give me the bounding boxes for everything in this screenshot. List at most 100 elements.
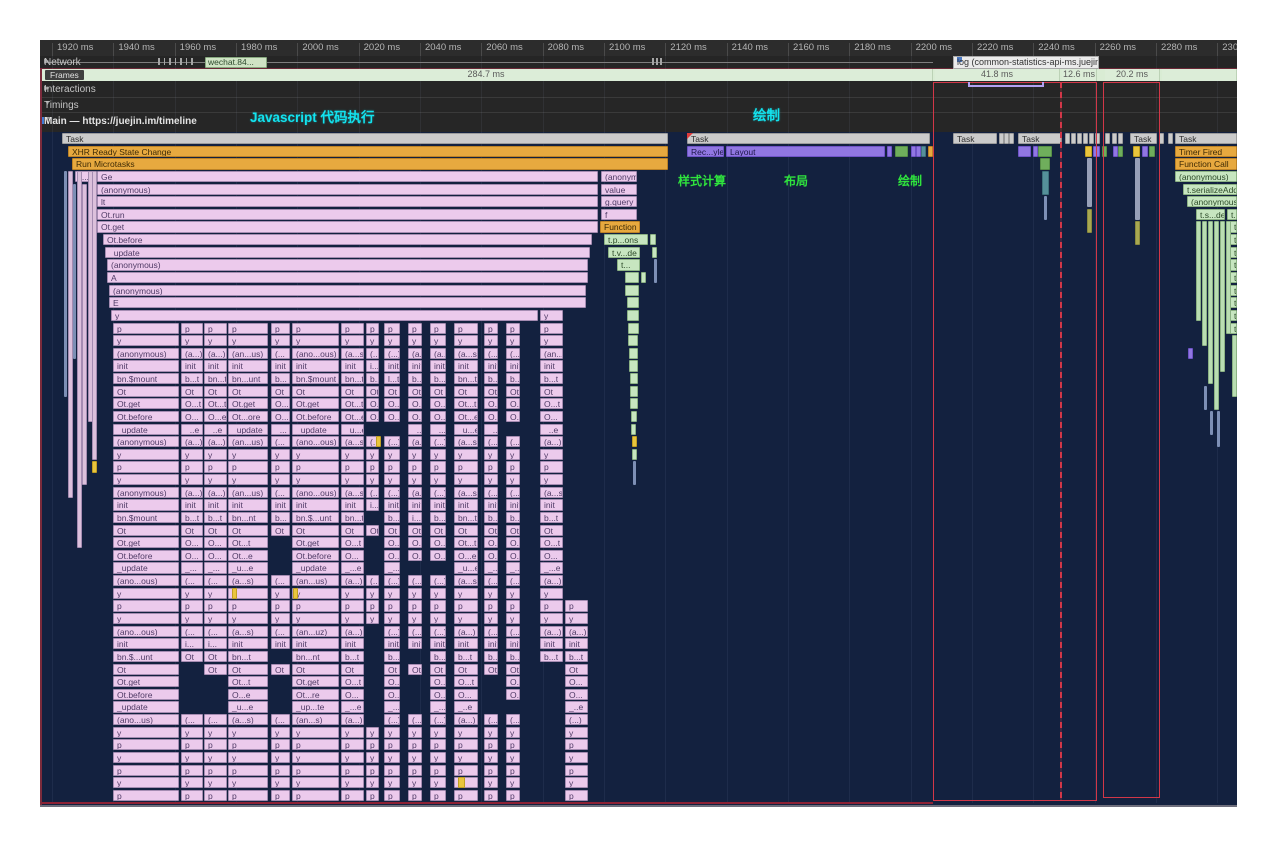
flame-block[interactable]: (a...) (408, 486, 422, 498)
flame-block[interactable]: y (228, 448, 268, 461)
flame-block[interactable]: y (484, 612, 498, 625)
flame-block[interactable]: y (384, 335, 400, 347)
flame-block[interactable]: (anonymous) (109, 284, 586, 296)
flame-block[interactable]: bn.$...unt (113, 650, 179, 663)
flame-block[interactable]: p (204, 739, 227, 751)
flame-block[interactable]: init (181, 499, 203, 511)
flame-block[interactable]: Ot (181, 385, 203, 397)
flame-block[interactable]: y (430, 448, 446, 461)
flame-block[interactable]: b...t (384, 650, 400, 663)
flame-block[interactable]: O... (506, 688, 520, 700)
flame-block[interactable]: y (384, 726, 400, 738)
flame-block[interactable]: (a...s) (341, 436, 364, 448)
flame-block[interactable]: y (181, 587, 203, 599)
flame-block[interactable]: _u...e (228, 701, 268, 713)
flame-block[interactable]: (... (204, 714, 227, 726)
flame-block[interactable]: O...t (384, 398, 400, 410)
flame-block[interactable]: p (271, 600, 290, 612)
flame-block[interactable]: y (565, 726, 588, 738)
flame-block[interactable]: y (204, 448, 227, 461)
flame-block[interactable]: p (113, 739, 179, 751)
flame-block[interactable]: bn...t (341, 373, 364, 385)
flame-block[interactable]: init (430, 499, 446, 511)
flame-block[interactable]: Ot.before (103, 234, 592, 246)
flame-block[interactable]: y (228, 751, 268, 764)
flame-block[interactable]: t.. (1230, 246, 1237, 258)
flame-block[interactable]: y (408, 777, 422, 789)
flame-block[interactable]: Ot (113, 385, 179, 397)
flame-block[interactable]: y (181, 474, 203, 486)
flame-block[interactable]: y (408, 448, 422, 461)
flame-block[interactable]: p (384, 600, 400, 612)
flame-block[interactable]: (an...uz) (292, 625, 339, 637)
network-request-tick[interactable] (174, 58, 176, 65)
flame-block[interactable] (921, 145, 926, 157)
flame-block[interactable]: Ot (271, 663, 290, 675)
flame-block[interactable]: (... (366, 347, 379, 359)
flame-block[interactable]: Ot (341, 385, 364, 397)
flame-block[interactable]: (...) (484, 436, 498, 448)
flame-block[interactable]: p (228, 600, 268, 612)
flame-block[interactable]: Ot (292, 524, 339, 536)
flame-block[interactable]: p (181, 764, 203, 776)
flame-block[interactable]: y (181, 612, 203, 625)
flame-block[interactable]: b...t (430, 373, 446, 385)
flame-block[interactable]: init (271, 360, 290, 372)
flame-block[interactable]: p (484, 739, 498, 751)
flame-block[interactable]: y (292, 612, 339, 625)
flame-block[interactable]: p (408, 739, 422, 751)
flame-block[interactable]: Ot.before (292, 410, 339, 423)
flame-block[interactable]: O... (366, 410, 379, 423)
flame-block[interactable]: init (408, 638, 422, 650)
flame-block[interactable]: y (113, 777, 179, 789)
flame-block[interactable]: O... (506, 549, 520, 562)
flame-block[interactable]: p (366, 461, 379, 473)
flame-block[interactable]: O... (271, 398, 290, 410)
flame-block[interactable]: Ot...t (204, 398, 227, 410)
flame-block[interactable]: O... (484, 537, 498, 549)
flame-block[interactable] (458, 777, 465, 789)
flame-block[interactable]: (... (181, 714, 203, 726)
flame-block[interactable]: Ot (204, 663, 227, 675)
flame-block[interactable]: y (540, 448, 563, 461)
flame-block[interactable]: (a...) (454, 714, 478, 726)
flame-block[interactable] (895, 145, 908, 157)
flame-block[interactable]: p (430, 739, 446, 751)
flame-block[interactable]: p (454, 461, 478, 473)
flame-block[interactable]: _u...e (228, 562, 268, 574)
flame-block[interactable]: y (408, 726, 422, 738)
flame-block[interactable]: p (204, 600, 227, 612)
network-request-tick[interactable] (169, 58, 171, 65)
flame-block[interactable]: Ot (540, 385, 563, 397)
flame-block[interactable]: y (506, 777, 520, 789)
flame-block[interactable]: (a...s) (430, 347, 446, 359)
flame-block[interactable]: y (292, 726, 339, 738)
flame-block[interactable]: t.s...de (1196, 208, 1225, 221)
flame-block[interactable]: (an...s) (292, 714, 339, 726)
flame-block[interactable]: _... (181, 562, 203, 574)
flame-block[interactable]: (...) (430, 486, 446, 498)
network-request-tick[interactable] (180, 58, 182, 65)
flame-block[interactable]: init (408, 360, 422, 372)
flame-block[interactable]: (...) (430, 436, 446, 448)
flame-block[interactable]: p (228, 739, 268, 751)
flame-block[interactable]: y (271, 474, 290, 486)
flame-block[interactable]: p (204, 764, 227, 776)
flame-block[interactable]: p (113, 461, 179, 473)
flame-block[interactable]: O... (384, 549, 400, 562)
flame-block[interactable]: (... (181, 575, 203, 587)
flame-block[interactable]: O...t (540, 537, 563, 549)
flame-block[interactable]: init (540, 360, 563, 372)
flame-block[interactable]: O...e (228, 688, 268, 700)
flame-block[interactable]: Ot.get (113, 676, 179, 688)
flame-block[interactable]: b... (484, 650, 498, 663)
flame-block[interactable]: O... (565, 676, 588, 688)
flame-block[interactable]: O... (506, 410, 520, 423)
flame-block[interactable]: y (430, 777, 446, 789)
flame-block[interactable]: bn...t (228, 650, 268, 663)
flame-block[interactable]: (a...) (565, 625, 588, 637)
flame-block[interactable]: t.. (1230, 259, 1237, 271)
flame-block[interactable]: (anonymous) (113, 436, 179, 448)
flame-block[interactable]: p (228, 764, 268, 776)
flame-block[interactable]: p (384, 764, 400, 776)
